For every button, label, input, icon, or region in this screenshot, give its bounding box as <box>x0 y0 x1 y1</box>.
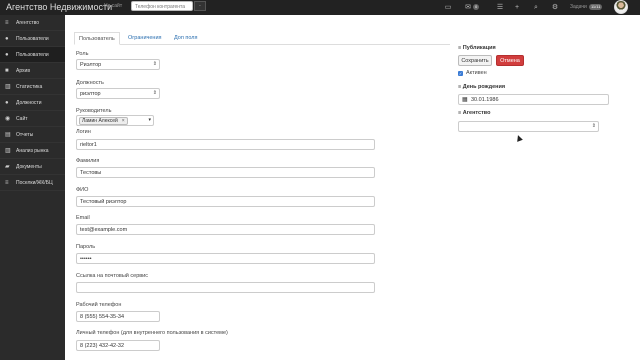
cancel-button[interactable]: Отмена <box>496 55 524 66</box>
agency-text: Агентство <box>462 110 491 116</box>
sidebar-item-archive[interactable]: ■ Архив <box>0 63 65 79</box>
tab-bar: Пользователь Ограничения Доп поля <box>74 32 450 45</box>
chevron-down-icon: ⇕ <box>591 123 596 129</box>
sidebar-item-label: Пользователи <box>16 52 49 58</box>
manager-select[interactable]: Ламин Алексей × ▾ <box>76 115 154 126</box>
birthday-field[interactable]: ▦ 30.01.1986 <box>458 94 609 105</box>
brand-title[interactable]: Агентство Недвижимости <box>6 2 112 12</box>
sidebar-item-label: Анализ рынка <box>16 148 49 154</box>
mail-link-label: Ссылка на почтовый сервис <box>76 273 149 279</box>
login-field[interactable]: rieltor1 <box>76 139 375 150</box>
tasks-badge: 11/11 <box>589 4 603 10</box>
gear-icon[interactable]: ⚙ <box>550 3 560 12</box>
sidebar-item-settlements[interactable]: ≡ Поселки/ЖК/БЦ <box>0 175 65 191</box>
site-link[interactable]: На сайт <box>104 3 122 9</box>
globe-icon: ◉ <box>5 116 11 122</box>
fullname-field[interactable]: Тестовый риэлтор <box>76 196 375 207</box>
close-icon[interactable]: × <box>122 118 125 124</box>
personal-phone-label: Личный телефон (для внутреннего пользова… <box>76 330 228 336</box>
mail-link-field[interactable] <box>76 282 375 293</box>
birthday-text: День рождения <box>462 84 506 90</box>
sidebar-item-market-analysis[interactable]: ▥ Анализ рынка <box>0 143 65 159</box>
publication-label: ≡ Публикация <box>458 45 496 51</box>
chart-icon: ▥ <box>5 84 11 90</box>
sidebar-item-label: Статистика <box>16 84 43 90</box>
manager-value: Ламин Алексей <box>82 118 118 124</box>
tab-extra-fields[interactable]: Доп поля <box>170 32 201 45</box>
active-label: Активен <box>466 70 487 76</box>
manager-chip: Ламин Алексей × <box>79 117 128 125</box>
sidebar-item-label: Пользователи <box>16 36 49 42</box>
chevron-down-icon: ▾ <box>148 117 151 123</box>
sidebar-item-label: Агентство <box>16 20 39 26</box>
manager-label: Руководитель <box>76 108 112 114</box>
chart-icon: ▥ <box>5 148 11 154</box>
position-value: риэлтор <box>80 91 101 97</box>
calendar-icon[interactable]: ▦ <box>462 96 468 103</box>
agency-label: ≡ Агентство <box>458 110 490 116</box>
sidebar-item-positions[interactable]: ● Должности <box>0 95 65 111</box>
main-content: Пользователь Ограничения Доп поля Роль Р… <box>66 15 640 360</box>
sidebar-item-documents[interactable]: ▰ Документы <box>0 159 65 175</box>
list-icon: ≡ <box>5 20 9 26</box>
personal-phone-field[interactable]: 8 (223) 432-42-32 <box>76 340 160 351</box>
position-label: Должность <box>76 80 104 86</box>
sidebar-item-label: Архив <box>16 68 31 74</box>
mail-icon[interactable]: ✉ <box>463 3 473 12</box>
tab-user[interactable]: Пользователь <box>74 32 120 45</box>
sidebar-item-users[interactable]: ● Пользователи <box>0 31 65 47</box>
avatar[interactable] <box>614 0 628 14</box>
active-checkbox[interactable]: ✓ <box>458 71 463 76</box>
sidebar-item-label: Сайт <box>16 116 28 122</box>
sidebar-item-statistics[interactable]: ▥ Статистика <box>0 79 65 95</box>
work-phone-field[interactable]: 8 (555) 554-35-34 <box>76 311 160 322</box>
birthday-label: ≡ День рождения <box>458 84 505 90</box>
role-label: Роль <box>76 51 89 57</box>
save-button[interactable]: Сохранить <box>458 55 492 66</box>
user-icon: ● <box>5 36 9 42</box>
publication-text: Публикация <box>462 45 496 51</box>
sidebar-item-users-active[interactable]: ● Пользователи <box>0 47 65 63</box>
top-navbar: Агентство Недвижимости На сайт Телефон к… <box>0 0 640 15</box>
position-select[interactable]: риэлтор ⇕ <box>76 88 160 99</box>
email-label: Email <box>76 215 90 221</box>
tasks-label[interactable]: Задачи <box>570 4 587 10</box>
agency-select[interactable]: ⇕ <box>458 121 599 132</box>
folder-icon: ▰ <box>5 164 10 170</box>
user-icon: ● <box>5 52 9 58</box>
sidebar-item-label: Должности <box>16 100 42 106</box>
phone-search-button[interactable]: - <box>194 1 206 11</box>
sidebar-item-site[interactable]: ◉ Сайт <box>0 111 65 127</box>
sidebar-item-label: Отчеты <box>16 132 34 138</box>
search-icon[interactable]: ⌕ <box>531 3 541 12</box>
chevron-down-icon: ⇕ <box>152 61 157 67</box>
sidebar-item-label: Поселки/ЖК/БЦ <box>16 180 53 186</box>
lastname-field[interactable]: Тестовы <box>76 167 375 178</box>
work-phone-label: Рабочий телефон <box>76 302 122 308</box>
password-field[interactable]: •••••• <box>76 253 375 264</box>
email-field[interactable]: test@example.com <box>76 224 375 235</box>
document-icon: ▤ <box>5 132 11 138</box>
list-icon[interactable]: ☰ <box>495 3 505 12</box>
login-label: Логин <box>76 129 91 135</box>
phone-search-input[interactable]: Телефон контрагента <box>131 1 193 11</box>
chat-icon[interactable]: ▭ <box>443 3 453 12</box>
list-icon: ≡ <box>5 180 9 186</box>
tab-restrictions[interactable]: Ограничения <box>124 32 166 45</box>
sidebar-item-agency[interactable]: ≡ Агентство <box>0 15 65 31</box>
user-icon: ● <box>5 100 9 106</box>
fullname-label: ФИО <box>76 187 89 193</box>
birthday-value: 30.01.1986 <box>471 97 499 103</box>
chevron-down-icon: ⇕ <box>152 90 157 96</box>
sidebar-item-label: Документы <box>16 164 42 170</box>
add-icon[interactable]: + <box>512 3 522 12</box>
mail-badge: 0 <box>473 4 480 10</box>
lock-icon: ■ <box>5 68 9 74</box>
role-value: Риэлтор <box>80 62 102 68</box>
role-select[interactable]: Риэлтор ⇕ <box>76 59 160 70</box>
sidebar: ≡ Агентство ● Пользователи ● Пользователи ■… <box>0 15 65 360</box>
lastname-label: Фамилия <box>76 158 100 164</box>
sidebar-item-reports[interactable]: ▤ Отчеты <box>0 127 65 143</box>
password-label: Пароль <box>76 244 96 250</box>
